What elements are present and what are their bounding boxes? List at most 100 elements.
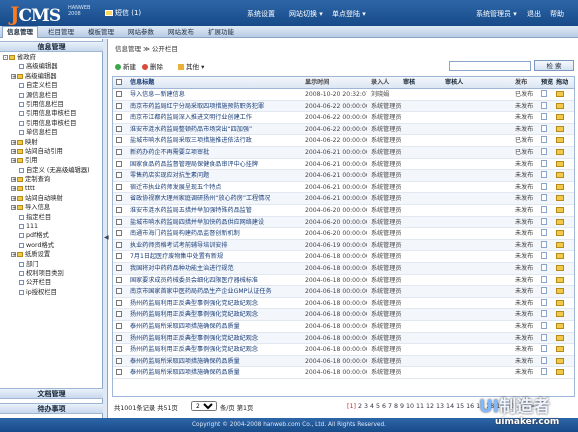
preview-icon[interactable] <box>541 182 551 193</box>
col-date[interactable]: 显示时间 <box>305 77 367 88</box>
drag-folder-icon[interactable] <box>556 217 568 228</box>
tree-node[interactable]: 指定栏目 <box>0 213 103 222</box>
expand-icon[interactable]: + <box>11 148 16 154</box>
preview-icon[interactable] <box>541 367 551 378</box>
row-checkbox[interactable] <box>116 124 124 135</box>
col-publish[interactable]: 发布 <box>515 77 537 88</box>
preview-icon[interactable] <box>541 298 551 309</box>
tree-node[interactable]: 111 <box>0 222 103 231</box>
preview-icon[interactable] <box>541 147 551 158</box>
row-title-link[interactable]: 国家食品药品监督管理局保健食品审评中心挂牌 <box>130 159 303 170</box>
expand-icon[interactable]: + <box>11 186 16 192</box>
row-checkbox[interactable] <box>116 275 124 286</box>
tree-node[interactable]: + 映射 <box>0 138 103 147</box>
row-checkbox[interactable] <box>116 170 124 181</box>
drag-folder-icon[interactable] <box>556 286 568 297</box>
tree-node[interactable]: + 站间自动映射 <box>0 194 103 203</box>
table-row[interactable]: 扬州药监局利用正反典型事例强化党纪政纪观念 2004-06-18 00:00:00… <box>113 332 574 345</box>
row-title-link[interactable]: 7月1日起医疗废物集中处置有新规 <box>130 251 303 262</box>
row-title-link[interactable]: 新药办药企不再需要立项审批 <box>130 147 303 158</box>
expand-icon[interactable]: + <box>11 139 16 145</box>
messages-link[interactable]: 短信 (1) <box>105 8 141 18</box>
preview-icon[interactable] <box>541 135 551 146</box>
tree-node[interactable]: 自定义栏目 <box>0 81 103 90</box>
table-row[interactable]: 我国将对中药药品种功能主治进行规范 2004-06-18 00:00:00 系统管理… <box>113 263 574 275</box>
section-tasks[interactable]: 待办事项 <box>0 403 103 414</box>
table-row[interactable]: 扬州药监局利用正反典型事例强化党纪政纪观念 2004-06-18 00:00:00… <box>113 344 574 356</box>
drag-folder-icon[interactable] <box>556 228 568 239</box>
preview-icon[interactable] <box>541 101 551 112</box>
preview-icon[interactable] <box>541 321 551 332</box>
row-title-link[interactable]: 泰州药监局所采取四项措施确保药品质量 <box>130 367 303 378</box>
drag-folder-icon[interactable] <box>556 367 568 378</box>
table-row[interactable]: 南京市国家首家中医药局药品生产企业GMP认证任务 2004-06-18 00:00… <box>113 286 574 298</box>
table-row[interactable]: 淮安市涟水药监局整顿药品市场突出“四加强” 2004-06-22 00:00:00… <box>113 123 574 136</box>
table-row[interactable]: 扬州药监局利用正反典型事例强化党纪政纪观念 2004-06-18 00:00:00… <box>113 298 574 310</box>
drag-folder-icon[interactable] <box>556 159 568 170</box>
tree-node[interactable]: 权利项目类别 <box>0 269 103 278</box>
logout-link[interactable]: 退出 <box>527 9 541 19</box>
preview-icon[interactable] <box>541 112 551 123</box>
row-title-link[interactable]: 淮安市涟水药监局整顿药品市场突出“四加强” <box>130 124 303 135</box>
preview-icon[interactable] <box>541 159 551 170</box>
row-checkbox[interactable] <box>116 159 124 170</box>
site-switch-menu[interactable]: 网站切换 ▾ <box>289 9 323 19</box>
preview-icon[interactable] <box>541 240 551 251</box>
table-row[interactable]: 盐城市响水药监局四措并举加快药品供应网络建设 2004-06-20 00:00:0… <box>113 216 574 229</box>
table-row[interactable]: 泰州药监局所采取四项措施确保药品质量 2004-06-18 00:00:00 系统管… <box>113 367 574 379</box>
preview-icon[interactable] <box>541 356 551 367</box>
preview-icon[interactable] <box>541 124 551 135</box>
tab-template-management[interactable]: 模板管理 <box>84 27 118 38</box>
row-checkbox[interactable] <box>116 263 124 274</box>
search-button[interactable]: 检 索 <box>534 60 574 71</box>
delete-button[interactable]: 删除 <box>142 61 163 71</box>
table-row[interactable]: 泰州药监局所采取四项措施确保药品质量 2004-06-18 00:00:00 系统管… <box>113 355 574 368</box>
table-row[interactable]: 泰州药监局所采取四项措施确保药品质量 2004-06-18 00:00:00 系统管… <box>113 321 574 333</box>
collapse-arrow-icon[interactable]: ◀ <box>104 234 109 241</box>
tree-node[interactable]: ip授权栏目 <box>0 288 103 297</box>
tree-node[interactable]: + 定制查询 <box>0 175 103 184</box>
drag-folder-icon[interactable] <box>556 193 568 204</box>
row-title-link[interactable]: 扬州药监局利用正反典型事例强化党纪政纪观念 <box>130 333 303 344</box>
col-review[interactable]: 审核 <box>403 77 443 88</box>
drag-folder-icon[interactable] <box>556 263 568 274</box>
search-input[interactable] <box>449 61 531 71</box>
select-all-checkbox[interactable] <box>116 77 124 88</box>
preview-icon[interactable] <box>541 344 551 355</box>
table-row[interactable]: 南京市江都药监局深入推进文明行业创建工作 2004-06-22 00:00:00 系… <box>113 112 574 124</box>
tree-node[interactable]: + tttt <box>0 184 103 193</box>
row-title-link[interactable]: 导入信息—新建信息 <box>130 89 303 100</box>
tree-node[interactable]: 源信息栏目 <box>0 91 103 100</box>
table-row[interactable]: 宿迁市执业药师发展呈现五个特点 2004-06-21 00:00:00 系统管理员 未… <box>113 182 574 194</box>
preview-icon[interactable] <box>541 228 551 239</box>
expand-icon[interactable]: + <box>11 177 16 183</box>
row-title-link[interactable]: 盐城市响水药监局采取三项措施推进依法行政 <box>130 135 303 146</box>
row-title-link[interactable]: 执业药师资格考试考前辅导培训安排 <box>130 240 303 251</box>
row-checkbox[interactable] <box>116 101 124 112</box>
preview-icon[interactable] <box>541 263 551 274</box>
row-title-link[interactable]: 南京市药监局红宁分局采取四项措施预防职务犯罪 <box>130 101 303 112</box>
drag-folder-icon[interactable] <box>556 124 568 135</box>
add-button[interactable]: 新建 <box>115 61 136 71</box>
tree-node[interactable]: 部门 <box>0 260 103 269</box>
drag-folder-icon[interactable] <box>556 240 568 251</box>
table-row[interactable]: 国家要求成员药械委员会细化四限医疗器械标准 2004-06-18 00:00:00… <box>113 275 574 287</box>
row-title-link[interactable]: 泰州药监局所采取四项措施确保药品质量 <box>130 356 303 367</box>
user-menu[interactable]: 系统管理员 ▾ <box>476 9 517 19</box>
drag-folder-icon[interactable] <box>556 321 568 332</box>
drag-folder-icon[interactable] <box>556 147 568 158</box>
tree-node[interactable]: - 省政府 <box>0 53 103 62</box>
tree-node[interactable]: + 引用 <box>0 156 103 165</box>
tree-node[interactable]: word格式 <box>0 241 103 250</box>
tab-info-management[interactable]: 信息管理 <box>2 26 38 38</box>
row-title-link[interactable]: 零售药店实现应对抗生素问题 <box>130 170 303 181</box>
tree-node[interactable]: 高级编辑器 <box>0 62 103 71</box>
sso-menu[interactable]: 单点登陆 ▾ <box>332 9 366 19</box>
section-docs[interactable]: 文档管理 <box>0 388 103 399</box>
table-row[interactable]: 扬州药监局利用正反典型事例强化党纪政纪观念 2004-06-18 00:00:00… <box>113 309 574 321</box>
preview-icon[interactable] <box>541 89 551 100</box>
drag-folder-icon[interactable] <box>556 89 568 100</box>
preview-icon[interactable] <box>541 193 551 204</box>
preview-icon[interactable] <box>541 309 551 320</box>
row-checkbox[interactable] <box>116 228 124 239</box>
